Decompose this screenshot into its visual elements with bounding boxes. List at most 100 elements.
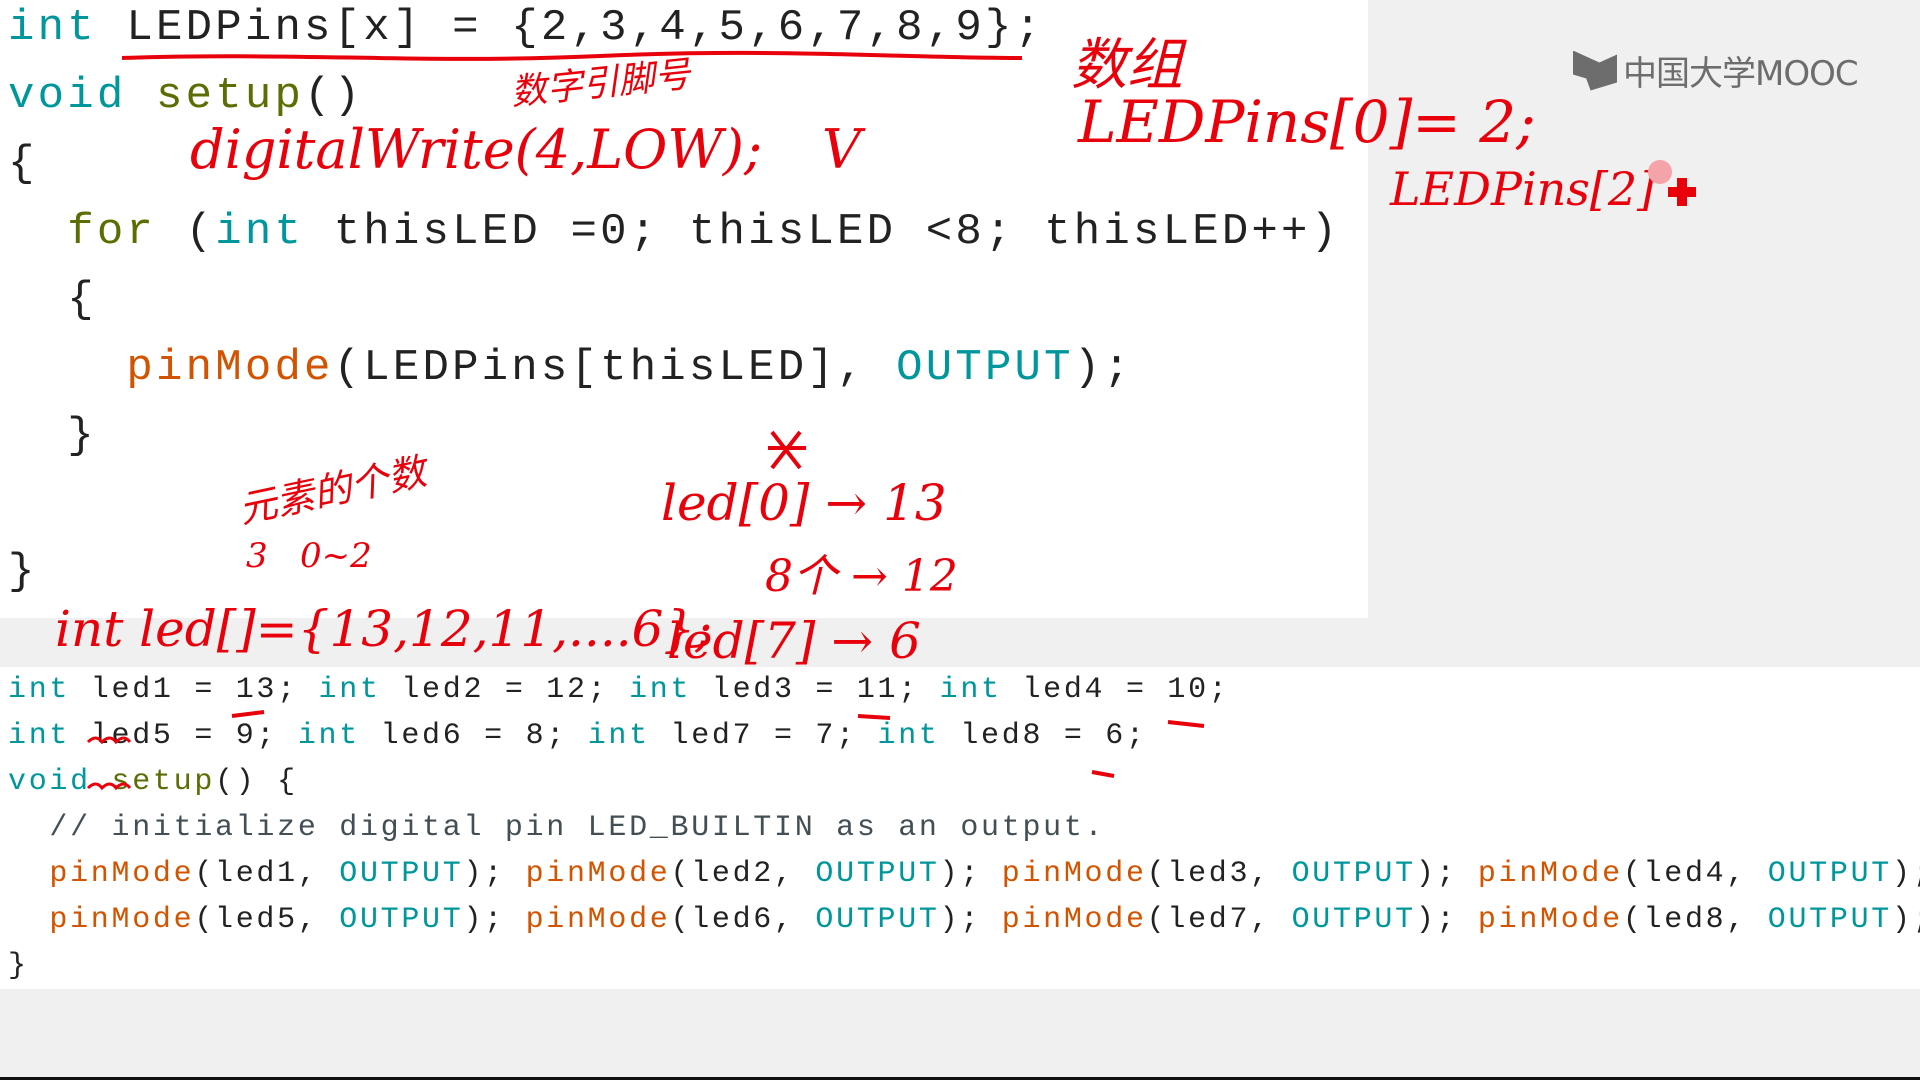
annotation-eight: 8个 → 12 [765, 551, 958, 602]
code-token-kw: int [215, 207, 305, 257]
annotation-digital-write: digitalWrite(4,LOW); [190, 118, 763, 181]
code-token-kw: int [877, 719, 940, 753]
code-line: pinMode(led1, OUTPUT); pinMode(led2, OUT… [8, 851, 1920, 897]
annotation-ledpins-0: LEDPins[0]= 2; [1078, 88, 1536, 156]
code-token-plain: ); [1891, 857, 1920, 891]
annotation-count-range: 3 0~2 [246, 536, 372, 576]
code-token-plain: (led3, [1146, 857, 1292, 891]
code-token-const: OUTPUT [1291, 903, 1416, 937]
code-token-plain: (led2, [670, 857, 816, 891]
code-token-plain: (led1, [194, 857, 340, 891]
annotation-ledpins-2: LEDPins[2] [1390, 162, 1656, 216]
annotation-check: V [822, 118, 861, 181]
code-token-const: OUTPUT [815, 903, 940, 937]
code-line: for (int thisLED =0; thisLED <8; thisLED… [8, 198, 1340, 266]
code-token-kw: void [8, 765, 91, 799]
code-token-const: OUTPUT [1767, 903, 1892, 937]
code-token-plain: led3 = 11; [691, 673, 940, 707]
code-token-fn: setup [156, 71, 305, 121]
code-token-plain: ( [156, 207, 216, 257]
code-token-plain: () [304, 71, 364, 121]
code-token-plain: LEDPins[x] = {2,3,4,5,6,7,8,9}; [96, 3, 1045, 53]
code-line: pinMode(led5, OUTPUT); pinMode(led6, OUT… [8, 897, 1920, 943]
code-token-api: pinMode [126, 343, 334, 393]
code-token-plain: (led6, [670, 903, 816, 937]
code-token-plain: ); [939, 857, 1002, 891]
code-token-const: OUTPUT [339, 903, 464, 937]
code-token-api: pinMode [1001, 903, 1147, 937]
code-token-plain: } [8, 411, 97, 461]
code-token-plain: ); [1415, 857, 1478, 891]
code-token-plain: led2 = 12; [380, 673, 630, 707]
code-token-plain: led7 = 7; [649, 719, 878, 753]
annotation-led7: led[7] → 6 [667, 612, 921, 670]
code-line: { [8, 266, 97, 334]
mooc-logo: 中国大学MOOC [1573, 46, 1859, 95]
code-token-kw: void [8, 71, 127, 121]
code-token-kw: int [939, 673, 1002, 707]
code-token-fn: for [67, 207, 157, 257]
code-token-const: OUTPUT [1767, 857, 1892, 891]
code-token-plain: (led4, [1622, 857, 1768, 891]
code-token-api: pinMode [1477, 903, 1623, 937]
code-token-const: OUTPUT [896, 343, 1074, 393]
pen-cursor-icon [1668, 178, 1696, 206]
code-line: } [8, 402, 97, 470]
code-line: pinMode(LEDPins[thisLED], OUTPUT); [8, 334, 1133, 402]
code-token-kw: int [8, 3, 97, 53]
code-token-api: pinMode [1477, 857, 1623, 891]
code-line: int LEDPins[x] = {2,3,4,5,6,7,8,9}; [8, 0, 1044, 62]
code-token-api: pinMode [1001, 857, 1147, 891]
code-line: // initialize digital pin LED_BUILTIN as… [8, 805, 1105, 851]
code-token-cmt: // initialize digital pin LED_BUILTIN as… [8, 811, 1106, 845]
code-token-kw: int [8, 719, 71, 753]
code-token-plain: () { [215, 765, 298, 799]
annotation-led-array: int led[]={13,12,11,....6}; [55, 600, 713, 658]
code-token-kw: int [629, 673, 692, 707]
code-token-plain: ); [939, 903, 1002, 937]
code-token-plain: { [8, 275, 97, 325]
code-token-plain: led6 = 8; [359, 719, 588, 753]
code-token-api: pinMode [525, 857, 671, 891]
code-token-fn: setup [111, 765, 216, 799]
logo-text: 中国大学MOOC [1623, 54, 1859, 94]
code-line: void setup() { [8, 759, 298, 805]
code-token-plain: { [8, 139, 38, 189]
code-token-plain: led1 = 13; [70, 673, 319, 707]
code-token-plain: (led7, [1146, 903, 1292, 937]
code-token-plain: } [8, 547, 38, 597]
code-token-const: OUTPUT [1291, 857, 1416, 891]
code-line: } [8, 538, 38, 606]
code-token-plain: ); [1891, 903, 1920, 937]
code-token-const: OUTPUT [339, 857, 464, 891]
bottom-code-panel: int led1 = 13; int led2 = 12; int led3 =… [0, 667, 1920, 989]
code-token-plain: ); [1073, 343, 1133, 393]
code-line: } [8, 943, 29, 989]
code-token-plain: led5 = 9; [70, 719, 298, 753]
annotation-led0: led[0] → 13 [661, 474, 947, 532]
code-token-api: pinMode [49, 903, 195, 937]
code-token-plain: (LEDPins[thisLED], [333, 343, 897, 393]
code-line: { [8, 130, 38, 198]
code-token-plain: ); [463, 857, 526, 891]
code-token-plain: ); [463, 903, 526, 937]
code-token-plain: ); [1415, 903, 1478, 937]
code-token-kw: int [318, 673, 381, 707]
code-token-plain: (led8, [1622, 903, 1768, 937]
code-token-const: OUTPUT [815, 857, 940, 891]
code-token-api: pinMode [525, 903, 671, 937]
code-token-plain: (led5, [194, 903, 340, 937]
code-token-kw: int [8, 673, 71, 707]
code-token-plain: led8 = 6; [939, 719, 1147, 753]
code-token-plain: } [8, 949, 29, 983]
code-token-kw: int [587, 719, 650, 753]
code-token-plain: led4 = 10; [1001, 673, 1230, 707]
mooc-logo-icon [1573, 50, 1617, 91]
code-line: int led5 = 9; int led6 = 8; int led7 = 7… [8, 713, 1147, 759]
